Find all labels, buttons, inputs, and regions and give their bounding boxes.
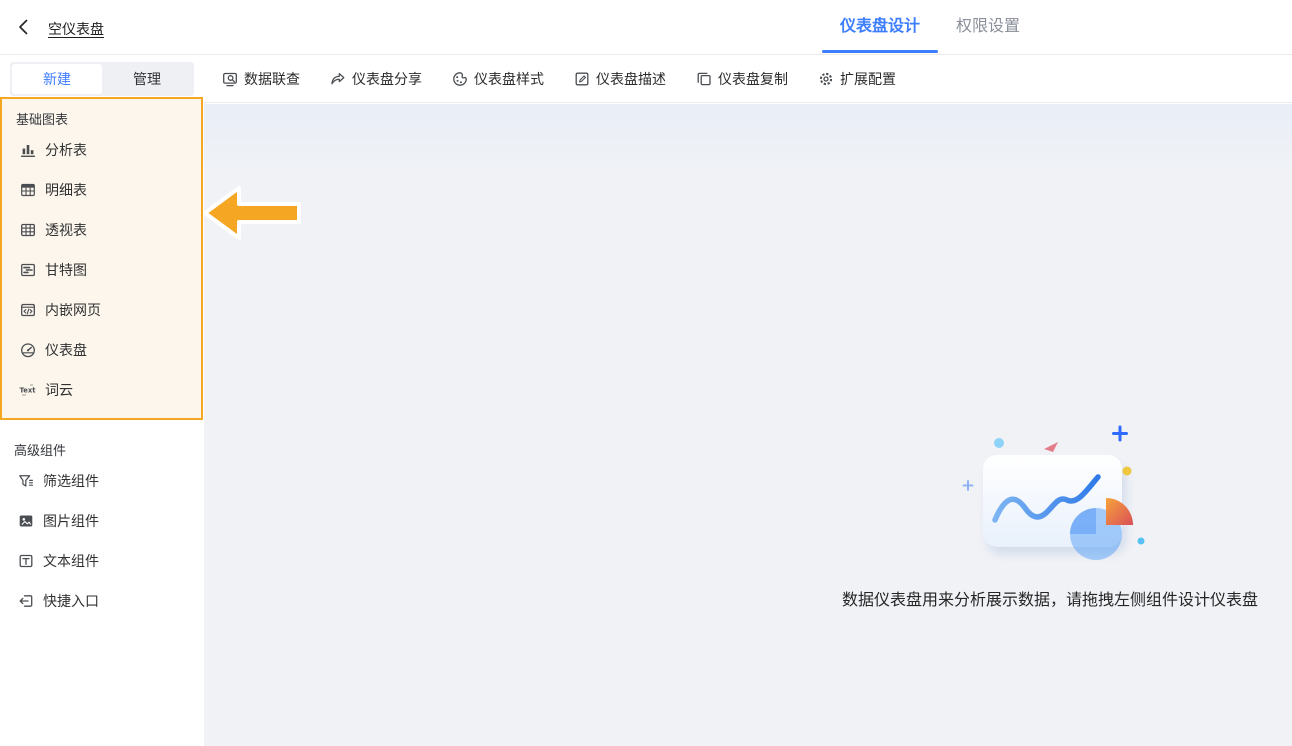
sidebar-item-embed-web[interactable]: 内嵌网页 [2,290,201,330]
decor-dot [1123,467,1132,476]
toolbar: 数据联查 仪表盘分享 仪表盘样式 仪表盘描述 仪表盘复制 扩展配置 [204,56,1292,103]
pie-wedge-doodle [1106,498,1133,525]
header-tabs: 仪表盘设计权限设置 [822,0,1038,55]
gauge-icon [19,342,36,359]
sidebar-tabs: 新建管理 [10,62,194,96]
sidebar-item-pivot-table[interactable]: 透视表 [2,210,201,250]
text-icon [17,553,34,570]
sidebar-item-filter[interactable]: 筛选组件 [0,461,204,501]
gantt-icon [19,262,36,279]
sidebar-item-label: 图片组件 [43,511,99,531]
detail-table-icon [19,182,36,199]
image-icon [17,513,34,530]
style-icon [452,71,468,87]
header-tab-1[interactable]: 权限设置 [938,0,1038,55]
sidebar-item-detail-table[interactable]: 明细表 [2,170,201,210]
sidebar-tab-0[interactable]: 新建 [12,64,102,94]
toolbar-button-copy[interactable]: 仪表盘复制 [696,69,788,89]
decor-plus-small [964,481,973,490]
filter-icon [17,473,34,490]
empty-hint-text: 数据仪表盘用来分析展示数据，请拖拽左侧组件设计仪表盘 [820,586,1280,610]
decor-dot [1138,538,1145,545]
sidebar-item-label: 分析表 [45,140,87,160]
sidebar: 新建管理 基础图表分析表明细表透视表甘特图内嵌网页仪表盘 Text 词云高级组件筛选… [0,56,204,746]
sidebar-item-gantt[interactable]: 甘特图 [2,250,201,290]
sidebar-item-label: 内嵌网页 [45,300,101,320]
shortcut-icon [17,593,34,610]
header-tab-0[interactable]: 仪表盘设计 [822,0,938,55]
sidebar-item-image[interactable]: 图片组件 [0,501,204,541]
toolbar-button-share[interactable]: 仪表盘分享 [330,69,422,89]
sidebar-item-word-cloud[interactable]: Text 词云 [2,370,201,410]
toolbar-button-settings[interactable]: 扩展配置 [818,69,896,89]
empty-state: 数据仪表盘用来分析展示数据，请拖拽左侧组件设计仪表盘 [820,420,1280,610]
sidebar-item-label: 词云 [45,380,73,400]
sidebar-section: 基础图表分析表明细表透视表甘特图内嵌网页仪表盘 Text 词云 [0,97,203,420]
embed-web-icon [19,302,36,319]
toolbar-button-data-query[interactable]: 数据联查 [222,69,300,89]
pivot-table-icon [19,222,36,239]
toolbar-button-label: 仪表盘样式 [474,69,544,89]
toolbar-button-describe[interactable]: 仪表盘描述 [574,69,666,89]
share-icon [330,71,346,87]
page-title[interactable]: 空仪表盘 [48,19,104,39]
sidebar-section-title: 高级组件 [0,426,204,461]
copy-icon [696,71,712,87]
canvas[interactable]: 数据仪表盘用来分析展示数据，请拖拽左侧组件设计仪表盘 [204,104,1292,746]
toolbar-button-label: 仪表盘复制 [718,69,788,89]
sidebar-section: 高级组件筛选组件图片组件文本组件快捷入口 [0,420,204,627]
toolbar-button-label: 仪表盘分享 [352,69,422,89]
sidebar-item-text[interactable]: 文本组件 [0,541,204,581]
decor-dot [994,438,1004,448]
sidebar-item-label: 仪表盘 [45,340,87,360]
decor-triangle [1044,442,1058,452]
toolbar-button-label: 扩展配置 [840,69,896,89]
dashboard-illustration [935,420,1165,582]
word-cloud-icon: Text [19,382,36,399]
header: 空仪表盘 仪表盘设计权限设置 [0,0,1292,55]
data-query-icon [222,71,238,87]
decor-plus-large [1114,427,1127,440]
chevron-left-icon [14,17,34,37]
bar-chart-icon [19,142,36,159]
sidebar-section-title: 基础图表 [2,105,201,130]
toolbar-button-style[interactable]: 仪表盘样式 [452,69,544,89]
sidebar-item-label: 透视表 [45,220,87,240]
sidebar-item-label: 文本组件 [43,551,99,571]
settings-icon [818,71,834,87]
sidebar-item-label: 快捷入口 [43,591,99,611]
toolbar-button-label: 数据联查 [244,69,300,89]
sidebar-item-label: 甘特图 [45,260,87,280]
sidebar-item-label: 明细表 [45,180,87,200]
sidebar-item-label: 筛选组件 [43,471,99,491]
dashboard-designer-app: 空仪表盘 仪表盘设计权限设置 数据联查 仪表盘分享 仪表盘样式 仪表盘描述 仪表盘复制 扩… [0,0,1292,746]
sidebar-sections: 基础图表分析表明细表透视表甘特图内嵌网页仪表盘 Text 词云高级组件筛选组件图片组… [0,97,204,627]
sidebar-item-bar-chart[interactable]: 分析表 [2,130,201,170]
describe-icon [574,71,590,87]
sidebar-item-shortcut[interactable]: 快捷入口 [0,581,204,621]
sidebar-item-gauge[interactable]: 仪表盘 [2,330,201,370]
back-button[interactable] [14,17,34,37]
sidebar-tab-1[interactable]: 管理 [102,64,192,94]
toolbar-button-label: 仪表盘描述 [596,69,666,89]
